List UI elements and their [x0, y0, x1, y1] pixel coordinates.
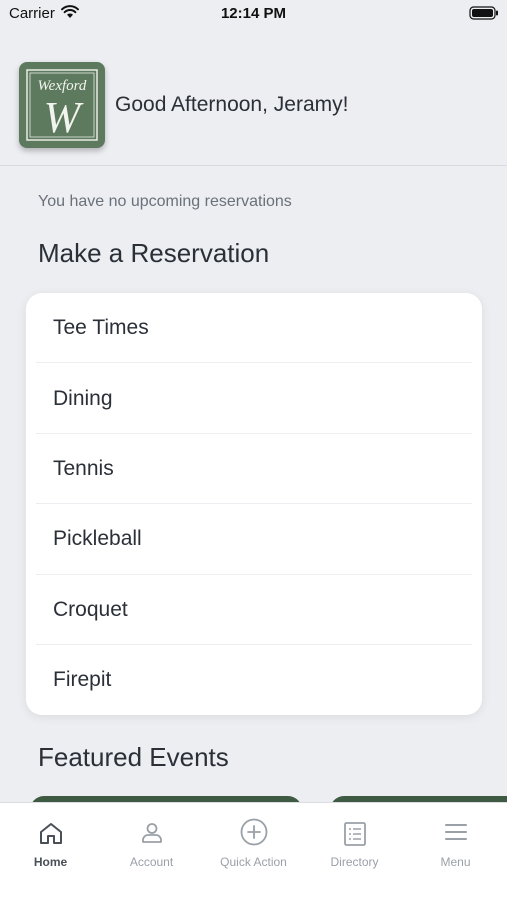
status-bar: Carrier 12:14 PM — [0, 0, 507, 30]
plus-circle-icon — [240, 818, 268, 851]
tab-home[interactable]: Home — [0, 803, 101, 883]
reservation-item-label: Dining — [53, 386, 113, 410]
home-icon — [38, 821, 64, 850]
tab-label: Directory — [330, 855, 379, 869]
logo-monogram: W — [44, 93, 84, 142]
reservation-item-label: Tee Times — [53, 316, 149, 340]
reservation-item-pickleball[interactable]: Pickleball — [26, 504, 482, 575]
make-reservation-title: Make a Reservation — [38, 238, 270, 268]
reservation-item-croquet[interactable]: Croquet — [26, 575, 482, 645]
reservation-item-firepit[interactable]: Firepit — [26, 645, 482, 715]
person-icon — [140, 821, 164, 850]
reservation-item-tennis[interactable]: Tennis — [26, 434, 482, 505]
featured-events-title: Featured Events — [38, 742, 229, 772]
reservation-item-dining[interactable]: Dining — [26, 363, 482, 434]
reservation-item-label: Pickleball — [53, 527, 142, 551]
tab-label: Quick Action — [220, 855, 287, 869]
tab-label: Account — [129, 855, 174, 869]
tab-quick-action[interactable]: Quick Action — [203, 803, 304, 883]
reservation-item-tee-times[interactable]: Tee Times — [26, 293, 482, 364]
logo-wordmark: Wexford — [38, 78, 87, 94]
tab-label: Home — [33, 855, 68, 869]
menu-icon — [444, 821, 468, 848]
tab-bar: Home Account Quick Action Directory Menu — [0, 802, 507, 900]
list-icon — [343, 821, 367, 852]
tab-directory[interactable]: Directory — [304, 803, 405, 883]
status-time: 12:14 PM — [220, 5, 287, 22]
reservation-item-label: Firepit — [53, 668, 112, 692]
reservation-item-label: Croquet — [53, 597, 128, 621]
header: Wexford W Good Afternoon, Jeramy! — [0, 48, 507, 166]
no-reservations-message: You have no upcoming reservations — [38, 193, 292, 210]
club-logo[interactable]: Wexford W — [19, 62, 105, 148]
tab-label: Menu — [440, 855, 471, 869]
battery-icon — [469, 6, 499, 25]
reservation-list: Tee Times Dining Tennis Pickleball Croqu… — [26, 293, 482, 715]
reservation-item-label: Tennis — [53, 456, 114, 480]
greeting-text: Good Afternoon, Jeramy! — [115, 93, 349, 116]
tab-account[interactable]: Account — [101, 803, 202, 883]
tab-menu[interactable]: Menu — [405, 803, 506, 883]
